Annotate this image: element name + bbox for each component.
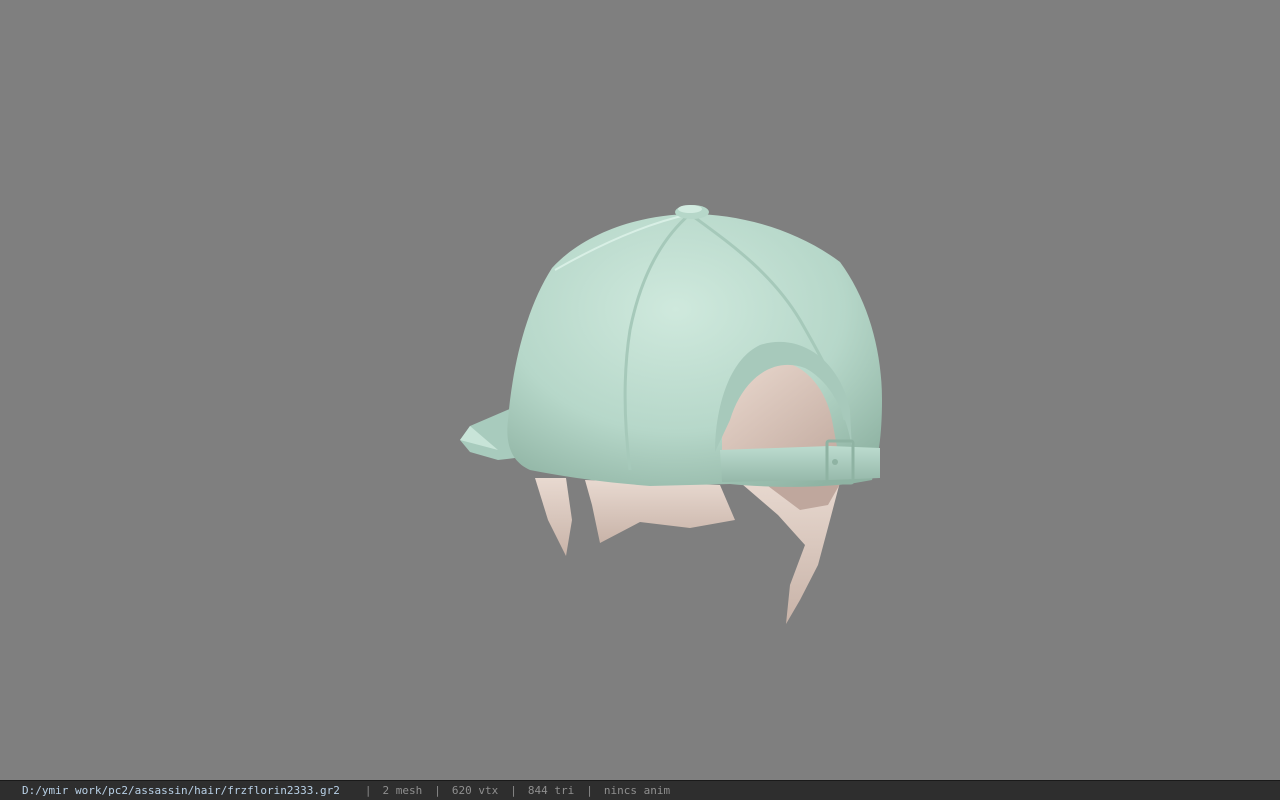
file-path: D:/ymir work/pc2/assassin/hair/frzflorin… [22, 784, 340, 797]
animation-status: nincs anim [603, 784, 671, 797]
cap-top-button [675, 205, 709, 219]
status-bar: D:/ymir work/pc2/assassin/hair/frzflorin… [0, 780, 1280, 800]
3d-viewport[interactable] [0, 0, 1280, 780]
status-separator: | [586, 784, 593, 797]
cap-brim [460, 408, 515, 460]
status-separator: | [364, 784, 372, 797]
mesh-count: 2 mesh [382, 784, 423, 797]
baseball-cap-hair-model[interactable] [0, 0, 1280, 780]
vertex-count: 620 vtx [451, 784, 499, 797]
status-separator: | [434, 784, 441, 797]
model-viewer-window: D:/ymir work/pc2/assassin/hair/frzflorin… [0, 0, 1280, 800]
triangle-count: 844 tri [527, 784, 575, 797]
hair-mesh [535, 478, 840, 624]
status-separator: | [510, 784, 517, 797]
